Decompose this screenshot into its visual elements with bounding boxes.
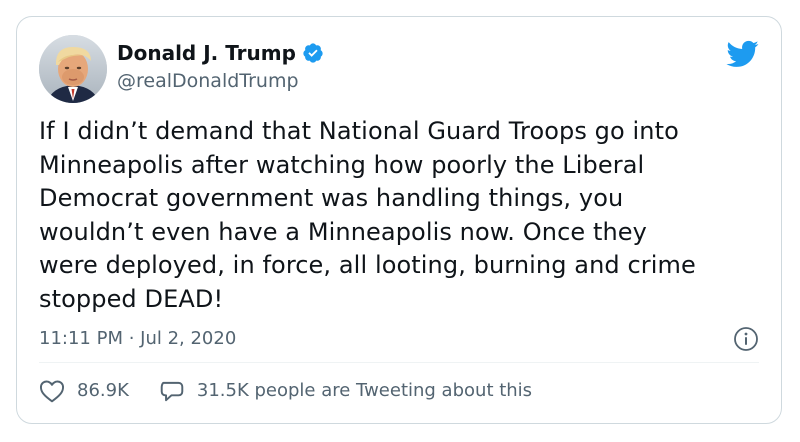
author-name-row[interactable]: Donald J. Trump — [117, 41, 324, 65]
verified-badge-icon — [302, 42, 324, 64]
tweet-text: If I didn’t demand that National Guard T… — [39, 117, 696, 313]
tweet-timestamp[interactable]: 11:11 PM · Jul 2, 2020 — [39, 327, 236, 351]
speech-bubble-icon — [160, 381, 184, 402]
like-button[interactable]: 86.9K — [39, 379, 129, 403]
heart-icon — [39, 380, 65, 403]
author-display-name[interactable]: Donald J. Trump — [117, 41, 296, 65]
tweet-card[interactable]: Donald J. Trump @realDonaldTrump If I di… — [16, 16, 782, 424]
twitter-bird-icon[interactable] — [725, 39, 759, 69]
avatar[interactable] — [39, 35, 107, 103]
tweeting-about-link[interactable]: 31.5K people are Tweeting about this — [159, 379, 532, 403]
author-handle[interactable]: @realDonaldTrump — [117, 69, 299, 93]
avatar-photo — [39, 35, 107, 103]
divider — [39, 362, 759, 363]
tweet-actions: 86.9K 31.5K people are Tweeting about th… — [39, 379, 532, 403]
like-count: 86.9K — [77, 380, 129, 401]
tweeting-about-text: 31.5K people are Tweeting about this — [196, 380, 533, 401]
info-icon[interactable] — [733, 326, 759, 352]
